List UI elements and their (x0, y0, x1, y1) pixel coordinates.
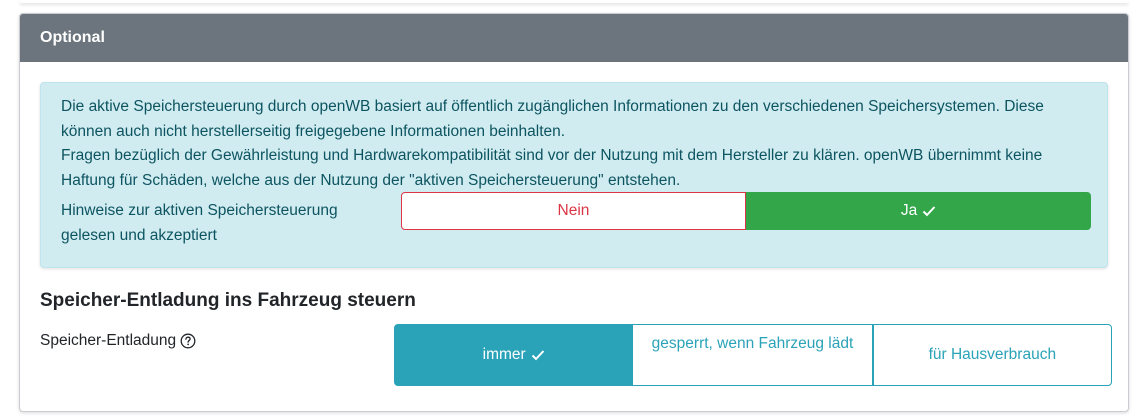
optional-card: Optional Die aktive Speichersteuerung du… (19, 13, 1129, 412)
discharge-option-group: immer gesperrt, wenn Fahrzeug lädt für H… (394, 324, 1112, 386)
option-hausverbrauch[interactable]: für Hausverbrauch (872, 324, 1112, 386)
ja-button-label: Ja (900, 202, 918, 219)
option-gesperrt-label: gesperrt, wenn Fahrzeug lädt (651, 335, 854, 352)
nein-button-label: Nein (557, 202, 590, 219)
option-immer[interactable]: immer (394, 324, 634, 386)
card-header: Optional (20, 14, 1128, 62)
nein-button[interactable]: Nein (401, 192, 746, 230)
previous-card-edge (20, 0, 1128, 3)
alert-paragraph-1: Die aktive Speichersteuerung durch openW… (61, 98, 1044, 140)
acknowledge-button-group: Nein Ja (401, 192, 1091, 230)
check-icon (531, 350, 544, 361)
discharge-label: Speicher-Entladung (40, 332, 196, 350)
ja-button[interactable]: Ja (746, 192, 1091, 230)
option-immer-label: immer (482, 346, 526, 363)
alert-text: Die aktive Speichersteuerung durch openW… (61, 95, 1091, 193)
question-circle-icon[interactable] (180, 333, 196, 349)
option-gesperrt[interactable]: gesperrt, wenn Fahrzeug lädt (633, 324, 873, 386)
discharge-label-text: Speicher-Entladung (40, 332, 177, 349)
check-icon (922, 206, 936, 217)
alert-paragraph-2: Fragen bezüglich der Gewährleistung und … (61, 147, 1043, 189)
section-title: Speicher-Entladung ins Fahrzeug steuern (40, 290, 416, 311)
option-hausverbrauch-label: für Hausverbrauch (928, 346, 1057, 363)
info-alert: Die aktive Speichersteuerung durch openW… (40, 82, 1108, 268)
acknowledge-label: Hinweise zur aktiven Speichersteuerung g… (61, 202, 338, 244)
